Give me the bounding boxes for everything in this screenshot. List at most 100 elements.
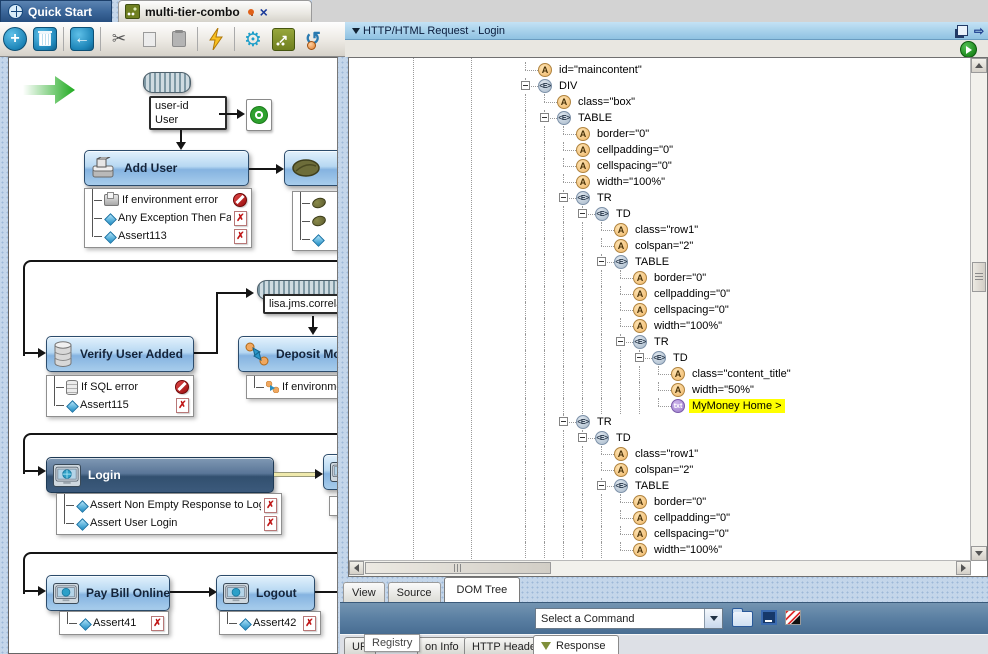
- node-deposit[interactable]: Deposit Mo: [238, 336, 338, 372]
- console-window-icon[interactable]: [761, 610, 777, 625]
- tree-expander-icon[interactable]: [578, 209, 587, 218]
- settings-button[interactable]: ⚙: [240, 26, 266, 52]
- tree-row[interactable]: Aclass="box": [521, 94, 971, 110]
- detach-window-icon[interactable]: [957, 25, 968, 36]
- scroll-left-button[interactable]: [349, 561, 364, 575]
- tree-row[interactable]: Awidth="50%": [521, 382, 971, 398]
- tree-row[interactable]: Aid="maincontent": [521, 62, 971, 78]
- tree-row[interactable]: Aborder="0": [521, 126, 971, 142]
- tree-row[interactable]: <E>TD: [521, 350, 971, 366]
- dock-arrow-icon[interactable]: ⇨: [974, 24, 984, 38]
- tree-row[interactable]: Aclass="row1": [521, 446, 971, 462]
- node-verify-user-added[interactable]: Verify User Added: [46, 336, 194, 372]
- tree-row[interactable]: <E>DIV: [521, 78, 971, 94]
- add-button[interactable]: +: [2, 26, 28, 52]
- node-browser-partial[interactable]: [323, 454, 338, 490]
- tree-row[interactable]: Acellspacing="0": [521, 526, 971, 542]
- tree-expander-icon[interactable]: [616, 337, 625, 346]
- close-icon[interactable]: ×: [260, 5, 268, 19]
- tree-expander-icon[interactable]: [597, 257, 606, 266]
- assertion-row[interactable]: If environmen: [249, 378, 338, 396]
- tab-quick-start[interactable]: Quick Start: [0, 0, 112, 22]
- bottom-tab-response[interactable]: Response: [533, 635, 619, 654]
- node-bean-partial[interactable]: [284, 150, 338, 186]
- tree-expander-icon[interactable]: [559, 417, 568, 426]
- assertion-row[interactable]: Any Exception Then Fail✗: [87, 209, 249, 227]
- tree-row[interactable]: <E>TABLE: [521, 254, 971, 270]
- tree-row[interactable]: <E>TR: [521, 414, 971, 430]
- assertion-row[interactable]: [295, 212, 338, 230]
- view-tab-view[interactable]: View: [343, 582, 385, 602]
- node-login[interactable]: Login: [46, 457, 274, 493]
- tree-row[interactable]: Acellpadding="0": [521, 286, 971, 302]
- assertion-row[interactable]: [295, 194, 338, 212]
- scrollbar-thumb[interactable]: [972, 262, 986, 292]
- go-button[interactable]: [960, 41, 977, 58]
- tree-row[interactable]: <E>TD: [521, 430, 971, 446]
- tree-row[interactable]: Aborder="0": [521, 494, 971, 510]
- assertion-row[interactable]: Assert41✗: [62, 614, 166, 632]
- copy-button[interactable]: [136, 26, 162, 52]
- assertion-row[interactable]: Assert42✗: [222, 614, 318, 632]
- assertion-row[interactable]: Assert User Login✗: [59, 514, 279, 532]
- pin-icon[interactable]: [248, 9, 254, 15]
- view-tab-dom-tree[interactable]: DOM Tree: [444, 577, 521, 602]
- scrollbar-thumb[interactable]: [365, 562, 551, 574]
- tree-row[interactable]: Acolspan="2": [521, 238, 971, 254]
- jms-queue-label[interactable]: lisa.jms.correla: [263, 294, 338, 314]
- tree-row[interactable]: <E>TABLE: [521, 478, 971, 494]
- vertical-scrollbar[interactable]: [970, 58, 987, 561]
- node-pay-bill-online[interactable]: Pay Bill Online: [46, 575, 170, 611]
- export-response-icon[interactable]: [785, 610, 801, 625]
- tree-row[interactable]: <E>TABLE: [521, 110, 971, 126]
- undo-button[interactable]: ↺: [300, 26, 326, 52]
- tree-row[interactable]: <E>TD: [521, 206, 971, 222]
- tree-row[interactable]: Acellspacing="0": [521, 158, 971, 174]
- scroll-up-button[interactable]: [971, 58, 987, 73]
- tree-row[interactable]: Aborder="0": [521, 270, 971, 286]
- scroll-down-button[interactable]: [971, 546, 987, 561]
- tree-row[interactable]: Acellpadding="0": [521, 510, 971, 526]
- tree-row[interactable]: Awidth="100%": [521, 174, 971, 190]
- tree-row[interactable]: Acolspan="2": [521, 462, 971, 478]
- tree-expander-icon[interactable]: [540, 113, 549, 122]
- combobox-dropdown-button[interactable]: [704, 609, 722, 628]
- export-model-button[interactable]: ↗: [270, 26, 296, 52]
- tree-expander-icon[interactable]: [597, 481, 606, 490]
- delete-button[interactable]: [32, 26, 58, 52]
- tree-row[interactable]: Acellpadding="0": [521, 142, 971, 158]
- assertion-row[interactable]: Assert Non Empty Response to Login✗: [59, 496, 279, 514]
- inspector-titlebar[interactable]: HTTP/HTML Request - Login ⇨: [345, 22, 988, 40]
- tree-row[interactable]: Acellspacing="0": [521, 302, 971, 318]
- horizontal-scrollbar[interactable]: [349, 560, 971, 576]
- tree-row[interactable]: Aclass="row1": [521, 222, 971, 238]
- assertion-row[interactable]: If SQL error: [49, 378, 191, 396]
- dom-tree-scroll-area[interactable]: Aid="maincontent"<E>DIVAclass="box"<E>TA…: [349, 58, 971, 561]
- command-combobox[interactable]: Select a Command: [535, 608, 723, 629]
- assertion-row[interactable]: Assert115✗: [49, 396, 191, 414]
- tree-expander-icon[interactable]: [635, 353, 644, 362]
- document-icon[interactable]: [246, 99, 272, 131]
- tree-row[interactable]: Awidth="100%": [521, 318, 971, 334]
- tree-row[interactable]: <E>TR: [521, 334, 971, 350]
- tree-expander-icon[interactable]: [578, 433, 587, 442]
- collapse-caret-icon[interactable]: [352, 28, 360, 34]
- tree-row[interactable]: Aclass="content_title": [521, 366, 971, 382]
- cut-button[interactable]: ✂: [106, 26, 132, 52]
- jms-queue-label[interactable]: user-id User: [149, 96, 227, 130]
- paste-button[interactable]: [166, 26, 192, 52]
- view-tab-source[interactable]: Source: [388, 582, 441, 602]
- run-button[interactable]: [203, 26, 229, 52]
- assertion-row[interactable]: [295, 230, 338, 248]
- node-add-user[interactable]: Add User: [84, 150, 249, 186]
- tree-expander-icon[interactable]: [521, 81, 530, 90]
- tree-row[interactable]: txtMyMoney Home >: [521, 398, 971, 414]
- bottom-tab-on-info[interactable]: on Info: [417, 637, 467, 654]
- node-logout[interactable]: Logout: [216, 575, 315, 611]
- assertion-row[interactable]: Assert113✗: [87, 227, 249, 245]
- open-folder-icon[interactable]: [732, 611, 753, 627]
- tree-row[interactable]: <E>TR: [521, 190, 971, 206]
- tree-row[interactable]: Awidth="100%": [521, 542, 971, 558]
- tab-multi-tier-combo[interactable]: multi-tier-combo ×: [118, 0, 312, 22]
- scroll-right-button[interactable]: [956, 561, 971, 575]
